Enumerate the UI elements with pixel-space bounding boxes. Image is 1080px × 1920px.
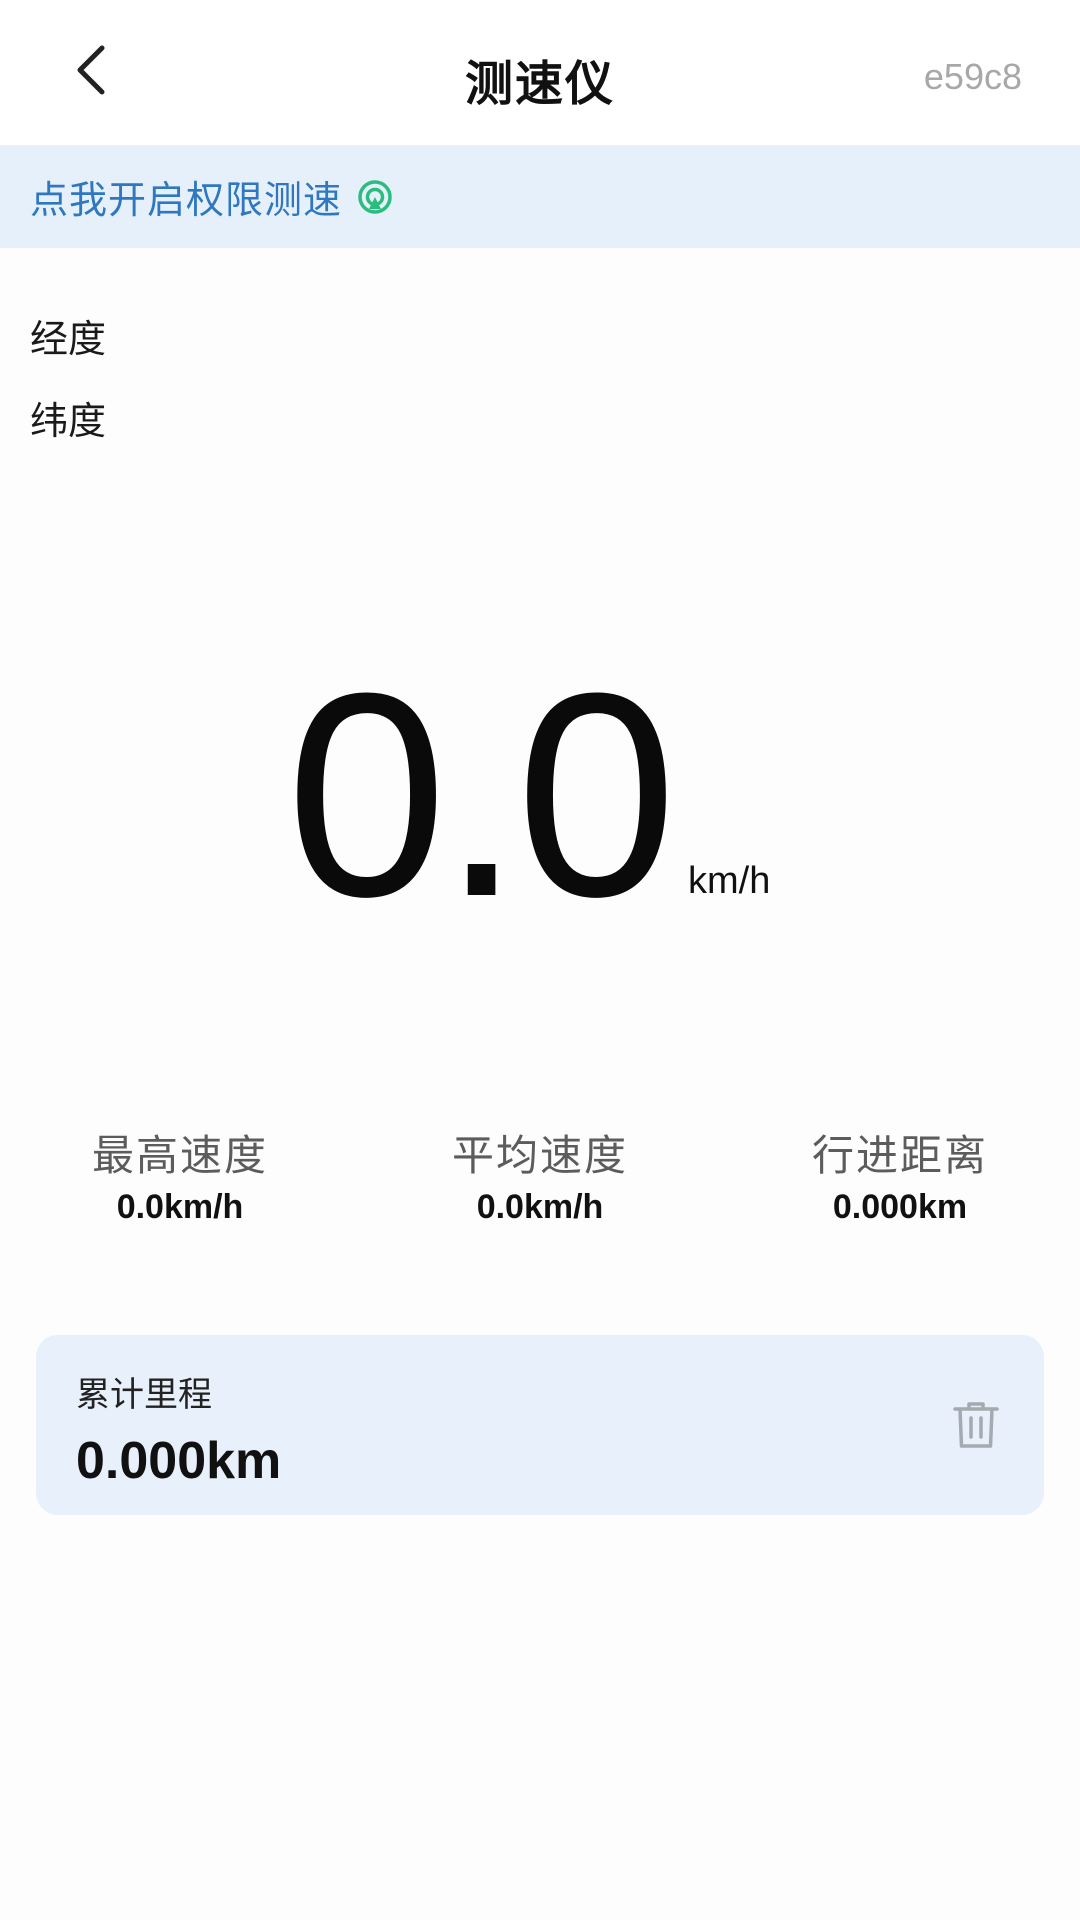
total-mileage-value: 0.000km bbox=[76, 1432, 282, 1490]
stat-max-speed-value: 0.0km/h bbox=[116, 1188, 244, 1226]
device-code: e59c8 bbox=[923, 56, 1022, 97]
gps-signal-icon bbox=[356, 178, 394, 216]
stat-distance-value: 0.000km bbox=[832, 1188, 968, 1226]
total-mileage-card: 累计里程 0.000km bbox=[36, 1335, 1044, 1515]
header-bar: 测速仪 e59c8 bbox=[0, 0, 1080, 145]
permission-banner[interactable]: 点我开启权限测速 bbox=[0, 145, 1080, 248]
speedometer: 0.0 km/h bbox=[0, 633, 1080, 957]
total-mileage-label: 累计里程 bbox=[76, 1375, 212, 1415]
stat-avg-speed-label: 平均速度 bbox=[451, 1131, 628, 1180]
stat-distance-label: 行进距离 bbox=[811, 1131, 988, 1180]
page-title: 测速仪 bbox=[464, 56, 615, 112]
current-speed-value: 0.0 bbox=[286, 633, 677, 957]
stat-avg-speed: 平均速度 0.0km/h bbox=[390, 1128, 690, 1227]
stat-avg-speed-value: 0.0km/h bbox=[476, 1188, 604, 1226]
stat-max-speed-label: 最高速度 bbox=[91, 1131, 268, 1180]
latitude-label: 纬度 bbox=[30, 399, 107, 443]
stat-distance: 行进距离 0.000km bbox=[750, 1128, 1050, 1227]
longitude-label: 经度 bbox=[30, 317, 107, 361]
speed-stats: 最高速度 0.0km/h 平均速度 0.0km/h 行进距离 0.000km bbox=[0, 1128, 1080, 1238]
current-speed-unit: km/h bbox=[688, 860, 771, 902]
permission-banner-text: 点我开启权限测速 bbox=[30, 178, 343, 222]
trash-icon bbox=[953, 1402, 999, 1448]
stat-max-speed: 最高速度 0.0km/h bbox=[30, 1128, 330, 1227]
clear-mileage-button[interactable] bbox=[948, 1397, 1004, 1453]
